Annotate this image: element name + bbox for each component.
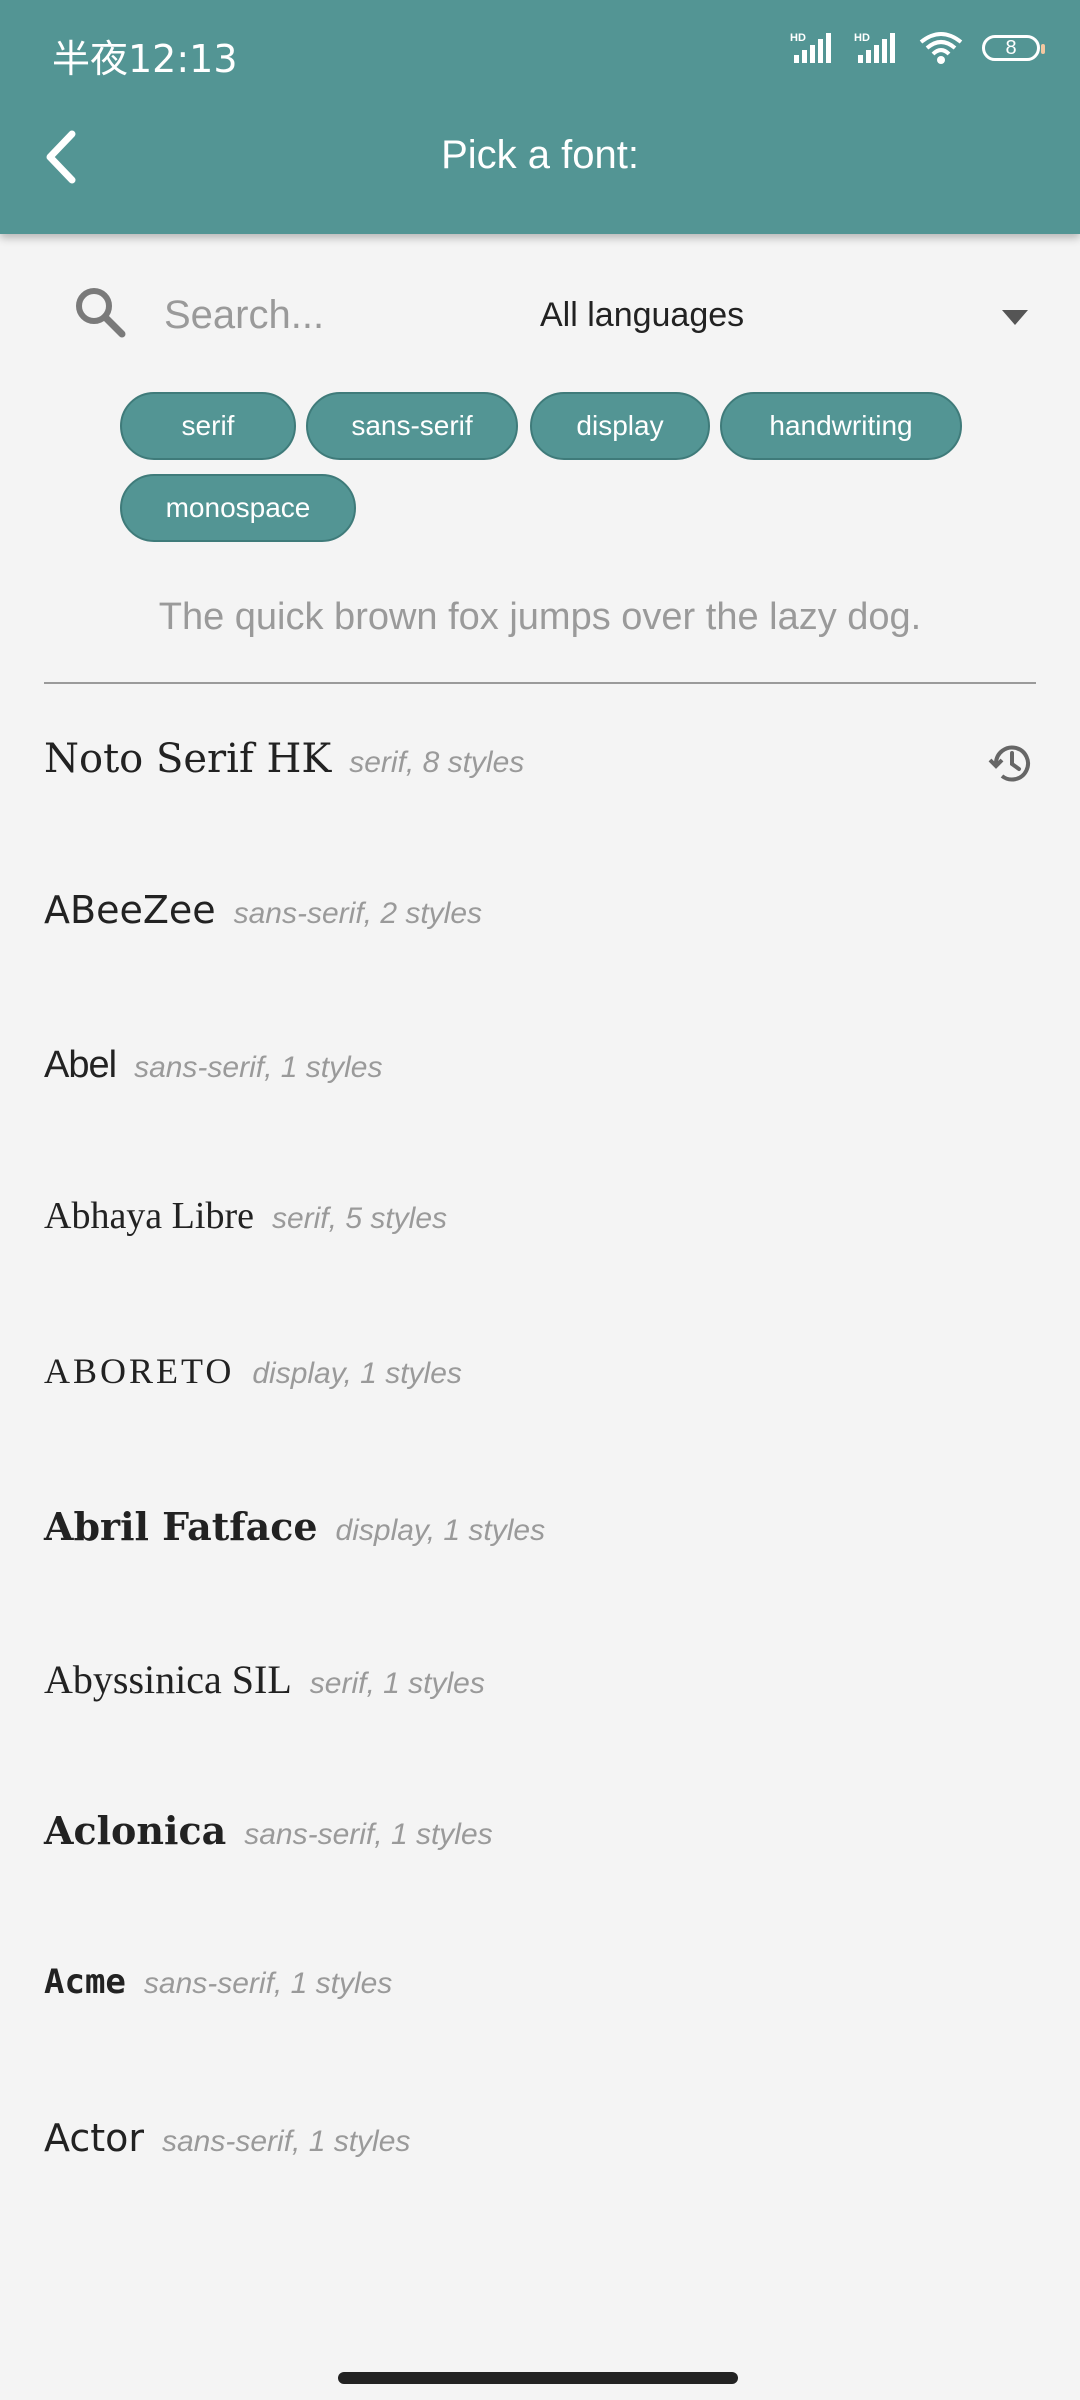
font-name: Abel	[44, 1044, 117, 1086]
font-name: Abril Fatface	[44, 1504, 318, 1549]
svg-text:HD: HD	[854, 32, 870, 44]
dropdown-arrow-icon	[1002, 310, 1028, 325]
home-indicator[interactable]	[338, 2372, 738, 2384]
font-meta: sans-serif, 2 styles	[233, 897, 483, 930]
chip-handwriting[interactable]: handwriting	[720, 392, 962, 460]
font-meta: serif, 5 styles	[271, 1202, 448, 1235]
signal-icon: HD	[790, 32, 831, 63]
font-name: Acme	[44, 1962, 126, 2002]
font-name: ABeeZee	[44, 888, 216, 932]
font-list-item[interactable]: Aclonica sans-serif, 1 styles	[44, 1808, 1036, 1888]
chip-monospace[interactable]: monospace	[120, 474, 356, 542]
font-meta: sans-serif, 1 styles	[134, 1051, 383, 1084]
language-dropdown[interactable]: All languages	[540, 288, 1040, 348]
font-list-item[interactable]: Acme sans-serif, 1 styles	[44, 1962, 1036, 2042]
font-meta: sans-serif, 1 styles	[162, 2125, 411, 2158]
font-list-item[interactable]: Noto Serif HK serif, 8 styles	[44, 736, 1036, 816]
search-icon	[76, 288, 126, 338]
page-title: Pick a font:	[441, 133, 639, 177]
svg-text:HD: HD	[790, 32, 806, 44]
language-dropdown-label: All languages	[540, 296, 745, 334]
font-meta: display, 1 styles	[335, 1514, 546, 1547]
divider	[44, 682, 1036, 684]
font-meta: serif, 1 styles	[309, 1667, 485, 1700]
font-name: ABORETO	[44, 1351, 235, 1391]
font-list-item[interactable]: Abel sans-serif, 1 styles	[44, 1044, 1036, 1124]
chip-serif[interactable]: serif	[120, 392, 296, 460]
chip-sans-serif[interactable]: sans-serif	[306, 392, 518, 460]
font-list-item[interactable]: Abril Fatface display, 1 styles	[44, 1504, 1036, 1584]
wifi-icon	[919, 32, 963, 64]
status-icons: HD HD 8	[790, 30, 1045, 66]
sample-text: The quick brown fox jumps over the lazy …	[158, 596, 922, 638]
app-bar: 半夜12:13 HD HD 8 Pick a font:	[0, 0, 1080, 234]
font-name: Noto Serif HK	[44, 736, 332, 782]
font-name: Actor	[44, 2116, 144, 2160]
font-list-item[interactable]: Actor sans-serif, 1 styles	[44, 2116, 1036, 2196]
battery-indicator: 8	[982, 35, 1045, 61]
font-list-item[interactable]: Abhaya Libre serif, 5 styles	[44, 1194, 1036, 1274]
font-meta: sans-serif, 1 styles	[143, 1967, 393, 2000]
search-input[interactable]	[162, 284, 496, 346]
chip-display[interactable]: display	[530, 392, 710, 460]
font-list-item[interactable]: ABeeZee sans-serif, 2 styles	[44, 888, 1036, 968]
font-meta: serif, 8 styles	[349, 746, 525, 779]
font-meta: display, 1 styles	[252, 1357, 462, 1390]
signal-icon-2: HD	[854, 32, 895, 63]
font-name: Aclonica	[44, 1808, 227, 1853]
status-time: 半夜12:13	[52, 37, 238, 81]
font-list-item[interactable]: Abyssinica SIL serif, 1 styles	[44, 1656, 1036, 1736]
font-name: Abyssinica SIL	[44, 1657, 292, 1702]
history-icon[interactable]	[986, 738, 1036, 788]
search-row: All languages	[0, 270, 1080, 360]
font-name: Abhaya Libre	[44, 1195, 254, 1237]
font-meta: sans-serif, 1 styles	[244, 1818, 493, 1851]
font-list-item[interactable]: ABORETO display, 1 styles	[44, 1350, 1036, 1430]
